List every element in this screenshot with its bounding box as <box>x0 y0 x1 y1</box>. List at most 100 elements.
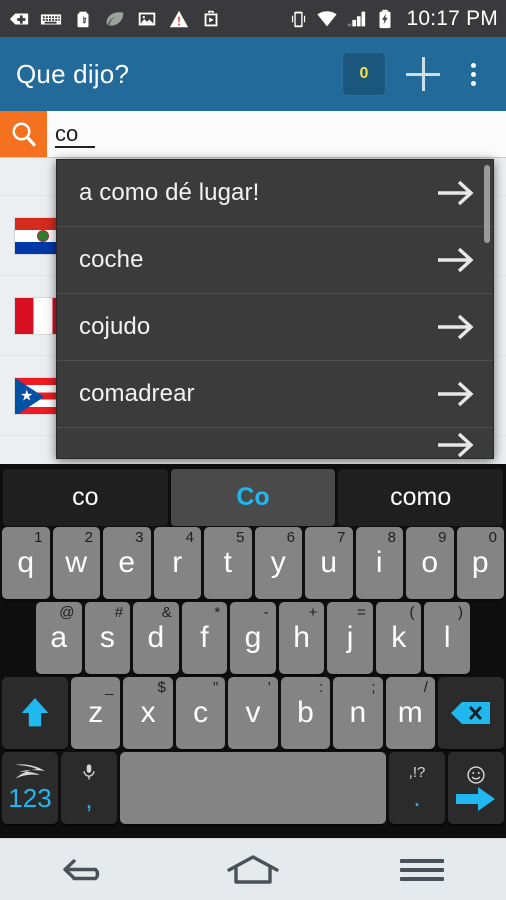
key-j[interactable]: = j <box>327 602 373 674</box>
key-j-label: j <box>346 621 354 654</box>
key-v-label: v <box>245 696 261 729</box>
key-d[interactable]: & d <box>133 602 179 674</box>
key-v[interactable]: ' v <box>228 677 278 749</box>
keyboard-row-2: @ a # s & d * f -g + h = j (k ) l <box>0 602 506 674</box>
status-bar-clock: 10:17 PM <box>406 6 498 30</box>
key-t[interactable]: 5t <box>204 527 252 599</box>
key-e-label: e <box>118 546 136 579</box>
more-vertical-icon-dot <box>470 62 476 68</box>
back-icon <box>63 858 100 880</box>
key-t-label: t <box>223 546 232 579</box>
key-h[interactable]: + h <box>278 602 325 674</box>
smiley-icon <box>467 765 485 784</box>
key-e[interactable]: 3e <box>103 527 151 599</box>
arrow-right-icon <box>438 247 474 273</box>
briefcase-icon <box>204 10 218 26</box>
key-y-label: y <box>270 546 286 579</box>
backspace-key[interactable] <box>437 677 504 749</box>
puerto-rico-star: ★ <box>20 387 34 404</box>
paraguay-emblem <box>37 229 49 242</box>
key-q[interactable]: 1q <box>2 527 50 599</box>
autocomplete-item[interactable]: coche <box>57 227 493 294</box>
menu-icon <box>399 858 444 881</box>
image-icon <box>138 12 156 25</box>
keyboard-row-4: 123 , ,!? . <box>0 752 506 824</box>
autocomplete-item-label: coche <box>79 246 144 273</box>
key-p[interactable]: 0p <box>456 527 504 599</box>
numeric-mode-label: 123 <box>8 783 52 813</box>
key-i[interactable]: 8i <box>355 527 403 599</box>
status-bar: 10:17 PM <box>0 0 506 37</box>
suggestion-candidate[interactable]: como <box>338 468 504 526</box>
arrow-right-icon <box>438 381 474 407</box>
period-key[interactable]: ,!? . <box>389 752 445 824</box>
menu-button[interactable] <box>367 839 477 900</box>
shift-key[interactable] <box>2 677 69 749</box>
status-bar-left-icons <box>8 7 287 31</box>
autocomplete-item[interactable]: a como dé lugar! <box>57 160 493 227</box>
key-g[interactable]: -g <box>230 602 276 674</box>
autocomplete-item[interactable] <box>57 428 493 458</box>
key-y[interactable]: 6y <box>254 527 302 599</box>
key-x-label: x <box>140 696 156 729</box>
key-f[interactable]: * f <box>181 602 228 674</box>
suggestion-candidate[interactable]: co <box>3 468 168 526</box>
key-n[interactable]: ; n <box>333 677 383 749</box>
key-v-secondary: ' <box>267 679 271 696</box>
add-button[interactable] <box>398 49 448 99</box>
key-n-label: n <box>349 696 367 729</box>
key-x[interactable]: $ x <box>123 677 173 749</box>
key-b[interactable]: :b <box>280 677 331 749</box>
dropdown-scrollbar[interactable] <box>484 165 490 243</box>
autocomplete-item[interactable]: comadrear <box>57 361 493 428</box>
home-button[interactable] <box>198 839 308 900</box>
key-h-label: h <box>293 621 310 654</box>
key-d-secondary: & <box>161 604 172 621</box>
key-k-label: k <box>391 621 407 654</box>
overflow-menu-button[interactable] <box>456 49 490 99</box>
key-r[interactable]: 4r <box>153 527 201 599</box>
shift-up-icon <box>21 698 49 727</box>
key-z-secondary: _ <box>105 679 114 696</box>
keyboard-row-1: 1q 2w 3e 4r 5t 6y 7u 8i 9o 0p <box>0 527 506 599</box>
key-c[interactable]: " c <box>175 677 226 749</box>
key-m[interactable]: / m <box>385 677 435 749</box>
key-r-label: r <box>172 546 183 579</box>
key-s[interactable]: # s <box>84 602 131 674</box>
key-l[interactable]: ) l <box>424 602 471 674</box>
key-a[interactable]: @ a <box>35 602 82 674</box>
enter-key[interactable] <box>448 752 504 824</box>
search-input[interactable]: co <box>47 111 506 157</box>
usb-battery-icon <box>77 11 89 27</box>
suggestion-candidate-active[interactable]: Co <box>170 468 336 526</box>
key-u[interactable]: 7u <box>305 527 353 599</box>
onscreen-keyboard: co Co como 1q 2w 3e 4r 5t 6y 7u 8i 9o 0p… <box>0 464 506 838</box>
key-w[interactable]: 2w <box>52 527 100 599</box>
key-x-secondary: $ <box>157 679 166 696</box>
back-button[interactable] <box>29 839 139 900</box>
key-q-secondary: 1 <box>34 529 43 546</box>
comma-key[interactable]: , <box>61 752 117 824</box>
key-i-label: i <box>375 546 383 579</box>
key-p-secondary: 0 <box>488 529 497 546</box>
key-o[interactable]: 9o <box>406 527 454 599</box>
count-badge[interactable]: 0 <box>342 52 386 96</box>
autocomplete-dropdown[interactable]: a como dé lugar! coche cojudo comadrear <box>56 159 494 459</box>
key-f-secondary: * <box>214 604 221 621</box>
autocomplete-item[interactable]: cojudo <box>57 294 493 361</box>
key-p-label: p <box>471 546 489 579</box>
keyboard-suggestion-strip: co Co como <box>0 464 506 527</box>
space-key[interactable] <box>120 752 386 824</box>
key-z-label: z <box>88 696 104 729</box>
key-b-label: b <box>297 696 314 729</box>
arrow-right-icon <box>438 314 474 340</box>
home-icon <box>227 854 279 884</box>
key-z[interactable]: _ z <box>71 677 121 749</box>
leaf-icon <box>106 11 124 26</box>
search-button[interactable] <box>0 111 47 157</box>
numeric-mode-key[interactable]: 123 <box>2 752 58 824</box>
key-k[interactable]: (k <box>375 602 422 674</box>
backspace-icon <box>450 702 490 724</box>
key-e-secondary: 3 <box>135 529 144 546</box>
key-f-label: f <box>200 621 209 654</box>
